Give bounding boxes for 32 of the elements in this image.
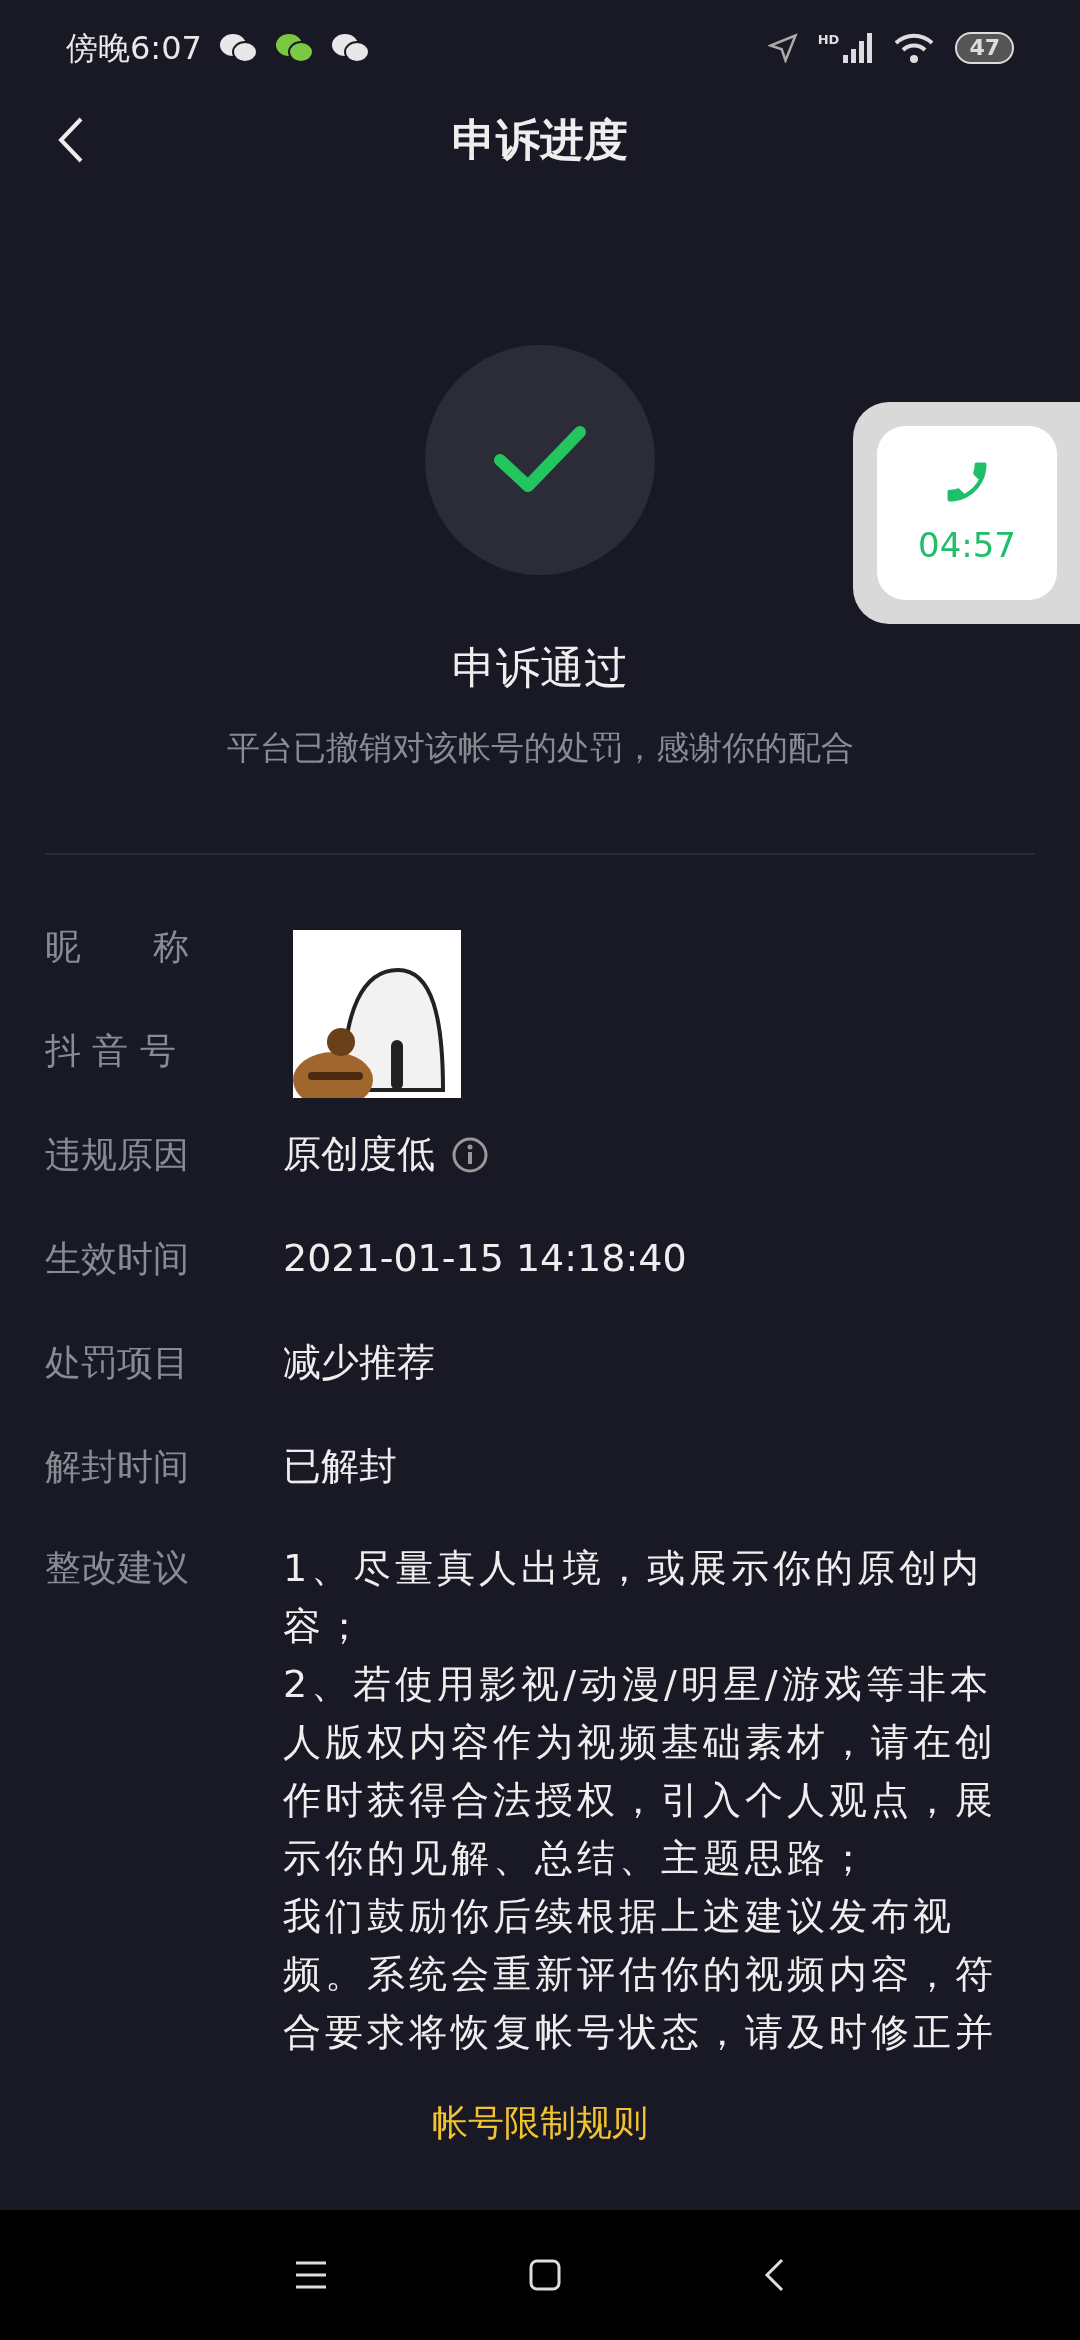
detail-label: 违规原因 bbox=[45, 1132, 190, 1177]
location-icon bbox=[767, 32, 798, 63]
detail-value: 减少推荐 bbox=[283, 1339, 435, 1386]
info-icon[interactable] bbox=[451, 1135, 489, 1174]
result-subtitle: 平台已撤销对该帐号的处罚，感谢你的配合 bbox=[226, 727, 854, 769]
status-time: 傍晚6:07 bbox=[66, 27, 202, 69]
detail-value: 原创度低 bbox=[283, 1131, 435, 1178]
home-button[interactable] bbox=[528, 2258, 562, 2292]
result-title: 申诉通过 bbox=[452, 641, 628, 695]
network-label: HD bbox=[817, 32, 840, 46]
call-duration: 04:57 bbox=[918, 523, 1016, 567]
restriction-rules-link[interactable]: 帐号限制规则 bbox=[432, 2096, 648, 2150]
detail-label: 生效时间 bbox=[45, 1236, 190, 1281]
detail-value: 已解封 bbox=[283, 1443, 397, 1490]
page-title: 申诉进度 bbox=[452, 113, 628, 167]
signal-icon bbox=[843, 32, 874, 63]
back-nav-button[interactable] bbox=[762, 2257, 786, 2293]
chat-icon bbox=[273, 32, 314, 63]
detail-label: 抖 音 号 bbox=[45, 1028, 177, 1073]
detail-label: 整改建议 bbox=[45, 1545, 190, 1590]
menu-button[interactable] bbox=[294, 2260, 328, 2290]
battery-indicator: 47 bbox=[955, 31, 1014, 64]
detail-label: 处罚项目 bbox=[45, 1340, 190, 1385]
detail-value: 2021-01-15 14:18:40 bbox=[283, 1235, 687, 1282]
chat-icon bbox=[217, 32, 258, 63]
suggestion-text: 1、尽量真人出境，或展示你的原创内容； bbox=[283, 1544, 985, 1650]
detail-label: 解封时间 bbox=[45, 1444, 190, 1489]
suggestion-text: 2、若使用影视/动漫/明星/游戏等非本人版权内容作为视频基础素材，请在创作时获得合法授权，引入个人观点，展示你的见解、总结、主题思路； bbox=[283, 1660, 998, 1882]
detail-label: 昵 称 bbox=[45, 924, 190, 969]
wifi-icon bbox=[893, 31, 936, 64]
chat-icon bbox=[329, 32, 370, 63]
suggestion-text: 我们鼓励你后续根据上述建议发布视频。系统会重新评估你的视频内容，符合要求将恢复帐号状态，请及时修正并 bbox=[283, 1892, 998, 2056]
